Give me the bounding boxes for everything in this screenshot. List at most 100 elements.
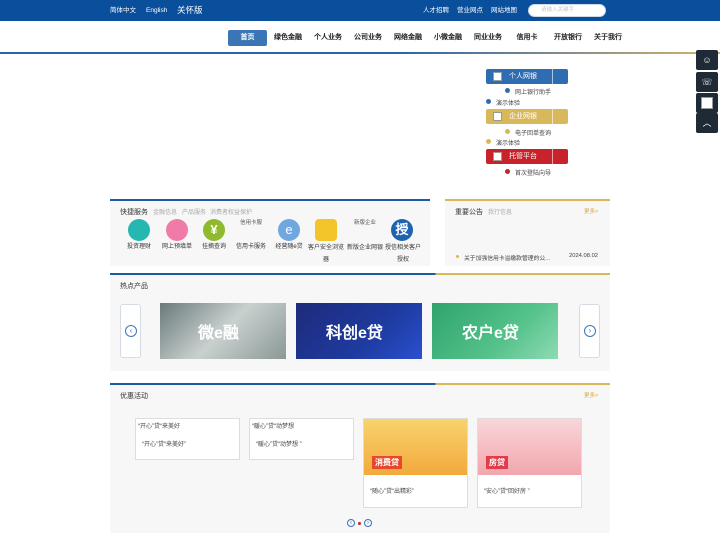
promo-tag: 消费贷 <box>372 456 402 469</box>
hot-products-title: 热点产品 <box>120 283 148 290</box>
quick-credit-card[interactable]: 信用卡服务 <box>232 242 270 253</box>
carousel-dot[interactable] <box>358 522 361 525</box>
simplified-chinese-link[interactable]: 简体中文 <box>110 0 136 21</box>
nav-green-finance[interactable]: 绿色金融 <box>272 30 304 46</box>
promo-prev-button[interactable]: ‹ <box>347 519 355 527</box>
branch-locator-link[interactable]: 营业网点 <box>457 0 483 21</box>
ebank-assistant-link[interactable]: 网上银行助手 <box>515 87 551 96</box>
recruitment-link[interactable]: 人才招聘 <box>423 0 449 21</box>
quick-services-title: 快捷服务 <box>120 209 148 216</box>
bullet-icon <box>456 255 459 258</box>
custody-platform-icon <box>493 152 502 161</box>
secure-browser-icon[interactable] <box>315 219 337 241</box>
bullet-icon <box>505 129 510 134</box>
tab-consumer-protection[interactable]: 消费者权益保护 <box>210 207 252 216</box>
authorization-icon[interactable]: 授 <box>391 219 413 241</box>
product-banner-nonghu[interactable]: 农户e贷 <box>432 303 558 359</box>
corporate-ebank-label: 企业网银 <box>509 113 537 120</box>
bullet-icon <box>486 99 491 104</box>
notice-item-date: 2024.08.02 <box>569 253 599 259</box>
tab-financial-info[interactable]: 金融信息 <box>153 207 177 216</box>
promo-card-4[interactable]: 房贷 “安心”贷“回好房 ” <box>477 418 582 508</box>
personal-ebank-label: 个人网银 <box>509 73 537 80</box>
promo-card-2[interactable]: “暖心”贷“动梦想 “暖心”贷“动梦想 ” <box>249 418 354 460</box>
promo-caption: “随心”贷“出精彩” <box>370 489 414 495</box>
e-loan-icon[interactable]: e <box>278 219 300 241</box>
nav-about[interactable]: 关于我行 <box>592 30 624 46</box>
top-bar: 简体中文 English 关怀版 人才招聘 营业网点 网站地图 请输入关键字 <box>0 0 720 21</box>
promo-card-3[interactable]: 消费贷 “随心”贷“出精彩” <box>363 418 468 508</box>
chevron-right-icon: › <box>584 325 596 337</box>
promotions-more-link[interactable]: 更多> <box>584 391 598 399</box>
promo-caption: “开心”贷“来美好” <box>142 442 186 448</box>
promo-card-1[interactable]: “开心”贷“来美好 “开心”贷“来美好” <box>135 418 240 460</box>
main-nav: 首页 绿色金融 个人业务 公司业务 网络金融 小微金融 同业业务 信用卡 开放银… <box>0 23 720 53</box>
care-version-link[interactable]: 关怀版 <box>177 0 203 21</box>
personal-ebank-icon <box>493 72 502 81</box>
credit-card-icon[interactable]: 信用卡服 <box>236 218 266 228</box>
nav-micro-finance[interactable]: 小微金融 <box>432 30 464 46</box>
corporate-ebank-quick-icon[interactable]: 新版企业 <box>350 218 380 228</box>
nav-interbank[interactable]: 同业业务 <box>472 30 504 46</box>
site-map-link[interactable]: 网站地图 <box>491 0 517 21</box>
custody-platform-button[interactable]: 托管平台 <box>486 149 568 164</box>
invest-icon[interactable] <box>128 219 150 241</box>
chat-robot-icon: ☺ <box>702 55 712 65</box>
promo-next-button[interactable]: › <box>364 519 372 527</box>
receipt-query-link[interactable]: 电子回单查询 <box>515 128 551 137</box>
hot-next-button[interactable]: › <box>579 304 600 358</box>
quick-invest[interactable]: 投资理财 <box>120 242 158 253</box>
nav-open-banking[interactable]: 开放银行 <box>552 30 584 46</box>
quick-corporate-ebank[interactable]: 新版企业网银 <box>346 242 384 254</box>
promo-image-consumer-loan: 消费贷 <box>364 419 467 475</box>
product-banner-kechuang[interactable]: 科创e贷 <box>296 303 422 359</box>
nav-ebanking[interactable]: 网络金融 <box>392 30 424 46</box>
custody-platform-arrow[interactable] <box>552 149 568 164</box>
notice-title: 重要公告 <box>455 209 483 216</box>
promo-image-alt: “暖心”贷“动梦想 <box>252 424 294 430</box>
yen-icon[interactable]: ¥ <box>203 219 225 241</box>
nav-corporate[interactable]: 公司业务 <box>352 30 384 46</box>
promotions-title: 优惠活动 <box>120 393 148 400</box>
bullet-icon <box>505 169 510 174</box>
hot-prev-button[interactable]: ‹ <box>120 304 141 358</box>
tab-product-service[interactable]: 产品服务 <box>182 207 206 216</box>
promo-image-home-loan: 房贷 <box>478 419 581 475</box>
notice-item-title[interactable]: 关于加强信用卡溢缴款管理的公... <box>464 253 550 262</box>
english-link[interactable]: English <box>146 0 167 21</box>
nav-personal[interactable]: 个人业务 <box>312 30 344 46</box>
product-name: 科创e贷 <box>326 325 383 342</box>
promo-caption: “安心”贷“回好房 ” <box>484 489 530 495</box>
personal-ebank-button[interactable]: 个人网银 <box>486 69 568 84</box>
quick-secure-browser[interactable]: 客户安全浏览器 <box>308 242 344 266</box>
qr-code-button[interactable] <box>696 93 718 113</box>
quick-query[interactable]: 挂摘查询 <box>195 242 233 253</box>
chevron-up-icon: ︿ <box>702 118 712 128</box>
search-placeholder: 请输入关键字 <box>541 7 575 13</box>
online-service-button[interactable]: ☺ <box>696 50 718 70</box>
promo-caption: “暖心”贷“动梦想 ” <box>256 442 302 448</box>
product-banner-wei-e-rong[interactable]: 微e融 <box>160 303 286 359</box>
phone-service-button[interactable]: ☏ <box>696 72 718 92</box>
corporate-ebank-arrow[interactable] <box>552 109 568 124</box>
hot-products-panel: 热点产品 ‹ 微e融 科创e贷 农户e贷 › <box>110 273 610 371</box>
personal-demo-link[interactable]: 演示体验 <box>496 98 520 107</box>
product-name: 微e融 <box>198 325 239 342</box>
quick-prefill[interactable]: 网上预填单 <box>156 242 198 253</box>
quick-e-loan[interactable]: 经营随e贷 <box>270 242 308 253</box>
back-to-top-button[interactable]: ︿ <box>696 113 718 133</box>
notice-panel: 重要公告 我行信息 更多> 关于加强信用卡溢缴款管理的公... 2024.08.… <box>445 199 610 266</box>
phone-icon: ☏ <box>701 77 713 87</box>
notice-more-link[interactable]: 更多> <box>584 207 598 215</box>
prefill-form-icon[interactable] <box>166 219 188 241</box>
quick-authorization[interactable]: 授信相关客户授权 <box>384 242 422 266</box>
corporate-ebank-button[interactable]: 企业网银 <box>486 109 568 124</box>
nav-credit-card[interactable]: 信用卡 <box>514 30 540 46</box>
search-input[interactable]: 请输入关键字 <box>528 4 606 17</box>
personal-ebank-arrow[interactable] <box>552 69 568 84</box>
nav-home[interactable]: 首页 <box>228 30 267 46</box>
tab-bank-info[interactable]: 我行信息 <box>488 207 512 216</box>
first-login-guide-link[interactable]: 首次登陆向导 <box>515 168 551 177</box>
promo-image-alt: “开心”贷“来美好 <box>138 424 180 430</box>
corporate-demo-link[interactable]: 演示体验 <box>496 138 520 147</box>
